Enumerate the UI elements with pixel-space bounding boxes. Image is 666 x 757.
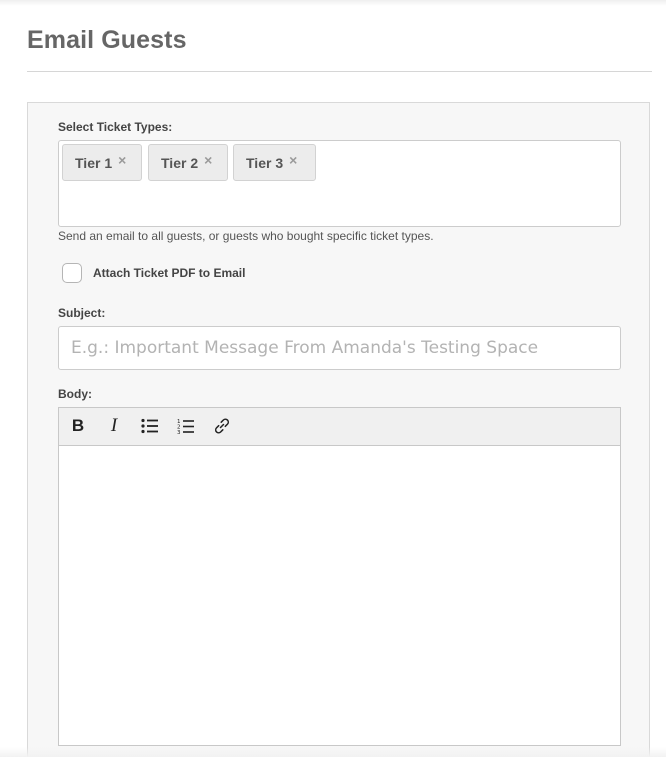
bottom-fade [0,747,666,757]
italic-button[interactable]: I [103,415,125,437]
remove-tag-tier-1-icon[interactable]: × [118,152,126,168]
attach-pdf-checkbox[interactable] [62,263,82,283]
subject-input[interactable] [58,326,621,370]
subject-label: Subject: [58,306,106,320]
bold-button[interactable]: B [67,415,89,437]
remove-tag-tier-2-icon[interactable]: × [204,152,212,168]
tag-tier-3: Tier 3 × [233,144,316,181]
editor-toolbar: B I 1 2 3 [59,408,620,446]
attach-pdf-label[interactable]: Attach Ticket PDF to Email [93,266,245,280]
numbered-list-button[interactable]: 1 2 3 [175,415,197,437]
body-text-area[interactable] [59,446,620,745]
link-icon [214,418,230,434]
tag-label: Tier 3 [246,154,284,171]
ticket-types-help-text: Send an email to all guests, or guests w… [58,229,434,243]
bullet-list-button[interactable] [139,415,161,437]
body-editor: B I 1 2 3 [58,407,621,746]
svg-text:3: 3 [177,430,181,435]
link-button[interactable] [211,415,233,437]
tag-label: Tier 1 [75,154,113,171]
email-guests-page: Email Guests Select Ticket Types: Tier 1… [0,0,666,757]
tag-label: Tier 2 [161,154,199,171]
ticket-types-label: Select Ticket Types: [58,120,173,134]
bullet-list-icon [141,418,158,434]
ticket-types-select[interactable]: Tier 1 × Tier 2 × Tier 3 × [58,140,621,227]
title-divider [27,71,652,72]
page-title: Email Guests [27,26,187,54]
tag-tier-1: Tier 1 × [62,144,142,181]
body-label: Body: [58,387,92,401]
tag-tier-2: Tier 2 × [148,144,228,181]
top-shadow [0,0,666,6]
numbered-list-icon: 1 2 3 [177,419,194,435]
remove-tag-tier-3-icon[interactable]: × [289,152,297,168]
